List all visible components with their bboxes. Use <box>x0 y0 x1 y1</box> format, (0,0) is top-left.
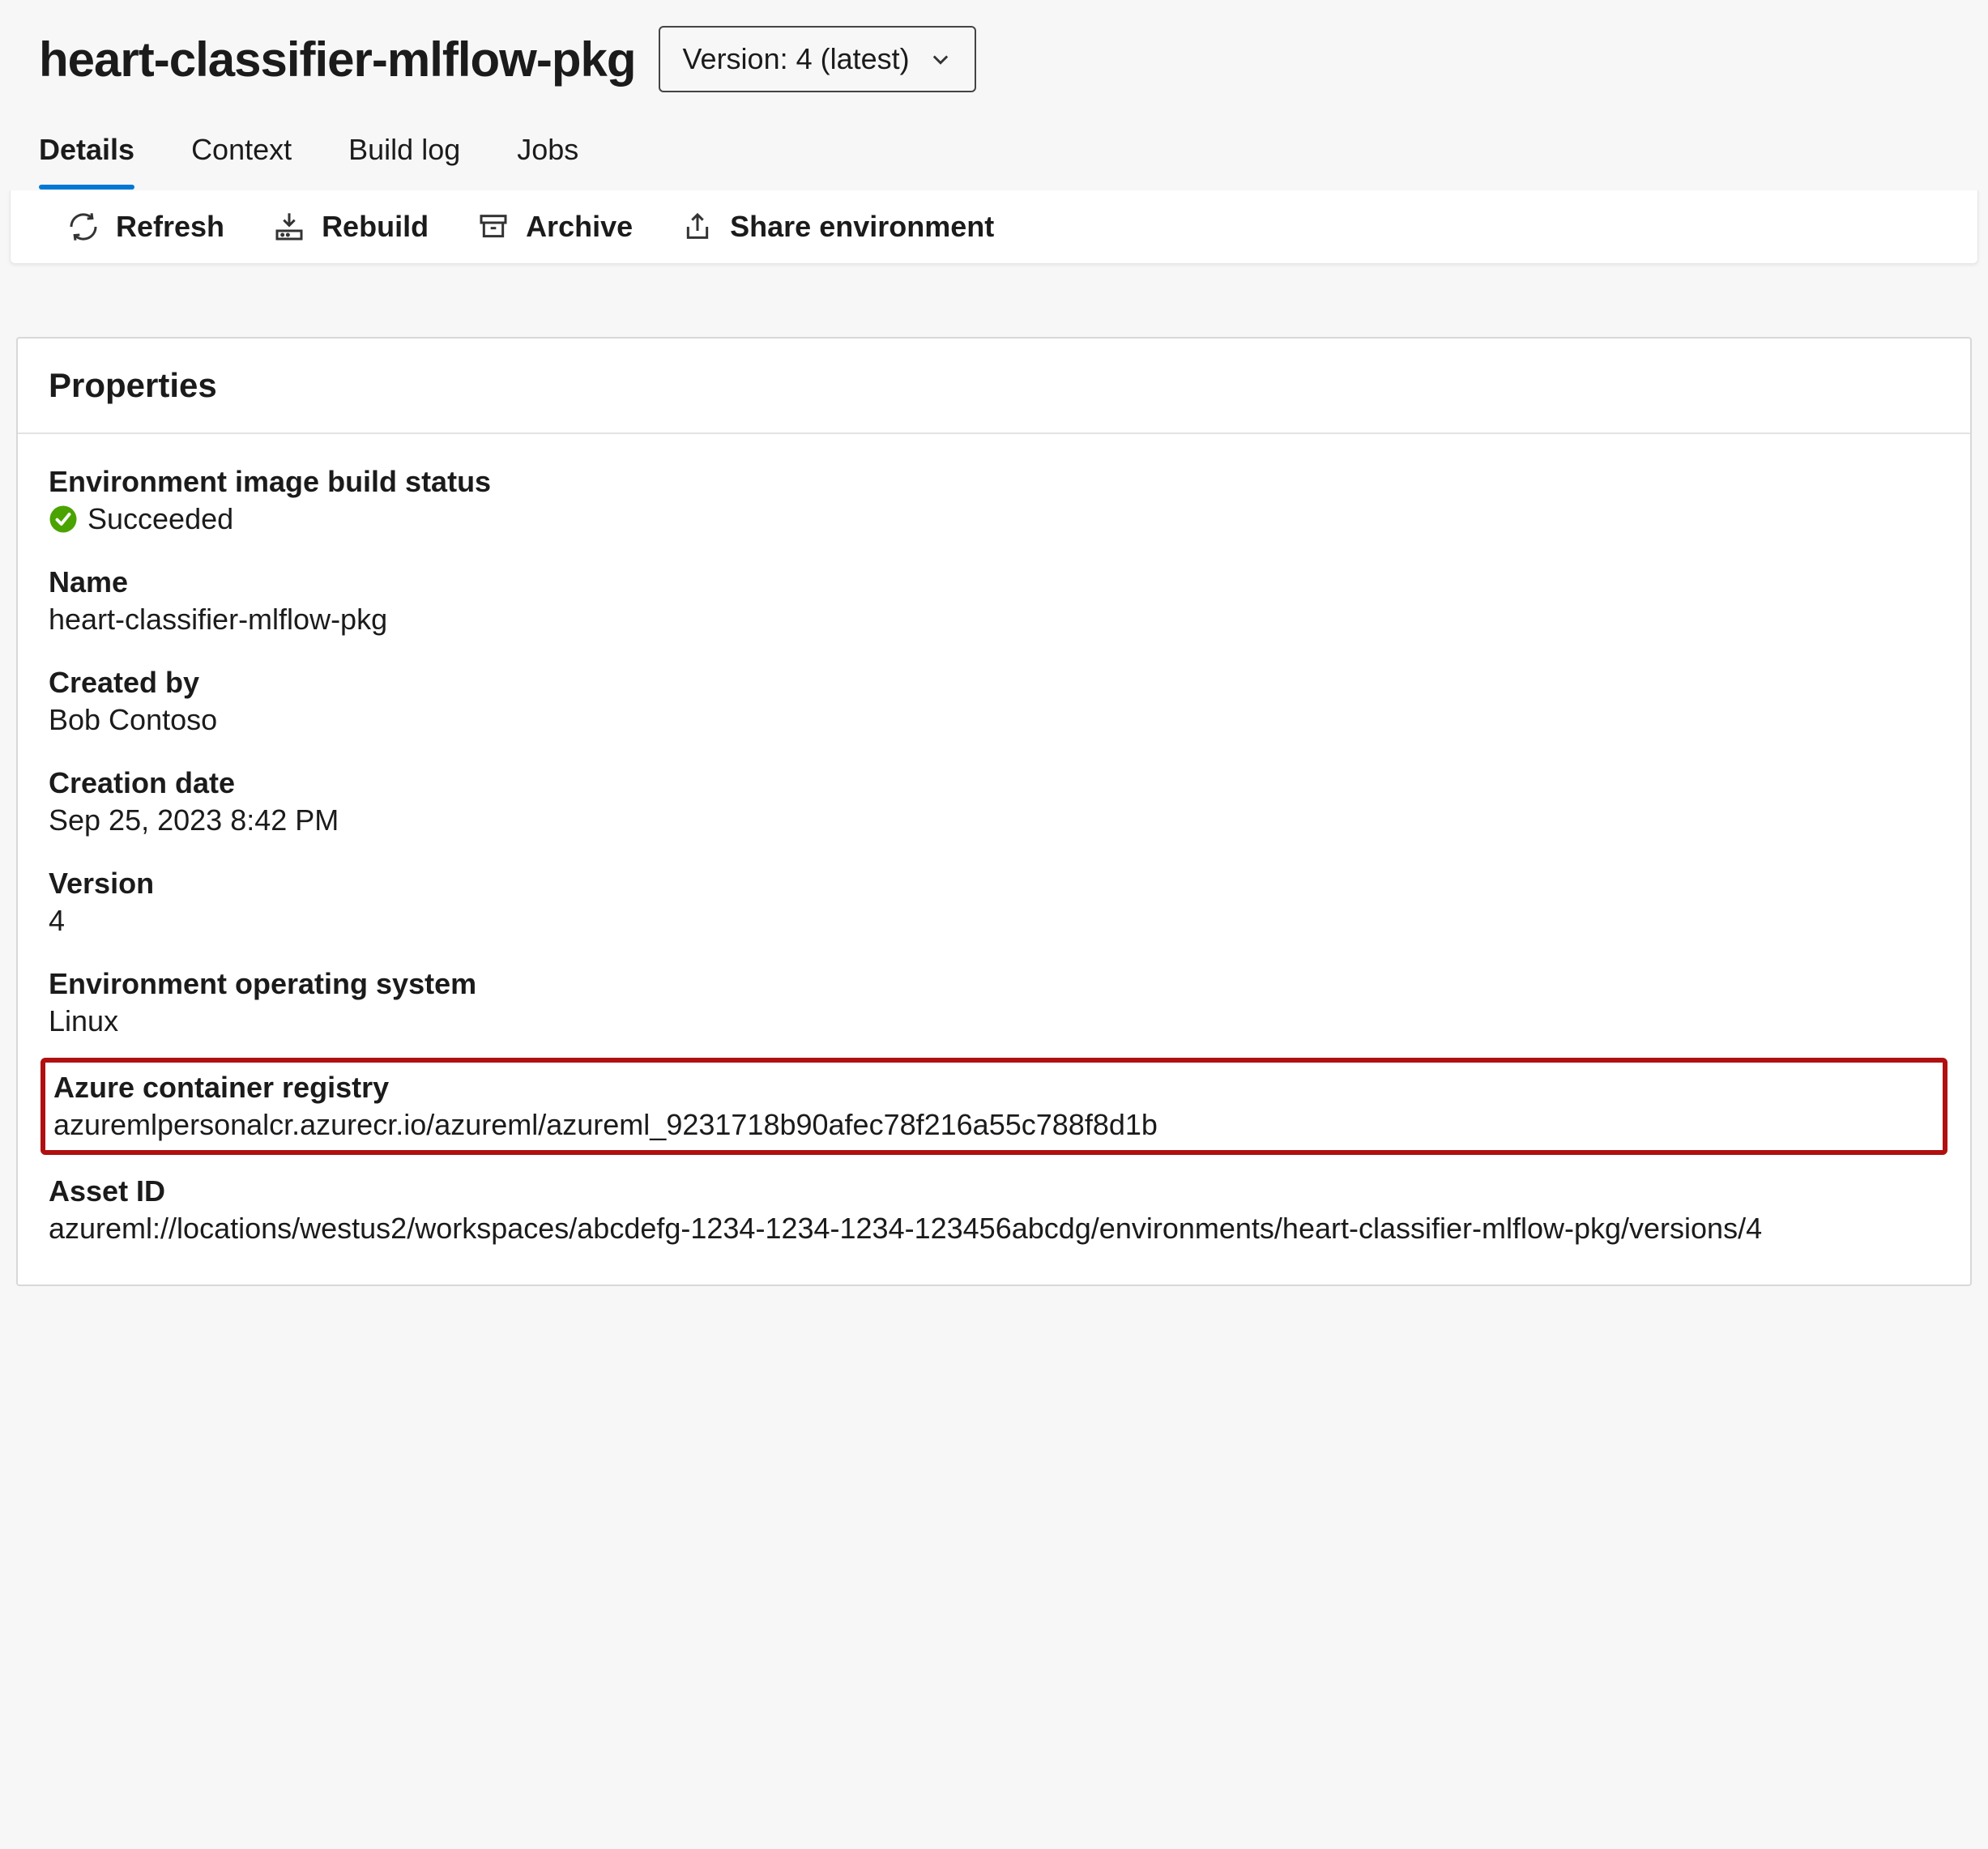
rebuild-label: Rebuild <box>322 210 429 244</box>
archive-button[interactable]: Archive <box>477 210 633 244</box>
prop-label: Name <box>49 565 1939 599</box>
prop-label: Environment image build status <box>49 465 1939 499</box>
success-check-icon <box>49 505 78 534</box>
tab-details[interactable]: Details <box>39 133 134 185</box>
page-title: heart-classifier-mlflow-pkg <box>39 32 636 87</box>
prop-value: Sep 25, 2023 8:42 PM <box>49 803 1939 837</box>
properties-list: Environment image build status Succeeded… <box>18 434 1970 1285</box>
action-toolbar: Refresh Rebuild Archive Share environmen… <box>10 190 1978 264</box>
properties-panel-title: Properties <box>18 339 1970 434</box>
highlighted-property: Azure container registry azuremlpersonal… <box>41 1058 1947 1155</box>
refresh-icon <box>67 211 100 243</box>
refresh-button[interactable]: Refresh <box>67 210 224 244</box>
rebuild-icon <box>273 211 305 243</box>
prop-value: Succeeded <box>49 502 1939 536</box>
prop-label: Version <box>49 867 1939 901</box>
prop-creation-date: Creation date Sep 25, 2023 8:42 PM <box>18 752 1970 852</box>
prop-value: Linux <box>49 1004 1939 1038</box>
prop-value: 4 <box>49 904 1939 938</box>
prop-value: azureml://locations/westus2/workspaces/a… <box>49 1212 1939 1246</box>
refresh-label: Refresh <box>116 210 224 244</box>
prop-label: Creation date <box>49 766 1939 800</box>
build-status-text: Succeeded <box>87 502 233 536</box>
page-header: heart-classifier-mlflow-pkg Version: 4 (… <box>0 0 1988 92</box>
prop-acr: Azure container registry azuremlpersonal… <box>53 1071 1935 1142</box>
archive-label: Archive <box>526 210 633 244</box>
prop-label: Asset ID <box>49 1174 1939 1208</box>
prop-value: azuremlpersonalcr.azurecr.io/azureml/azu… <box>53 1108 1935 1142</box>
share-environment-button[interactable]: Share environment <box>681 210 994 244</box>
tab-build-log[interactable]: Build log <box>348 133 460 185</box>
prop-label: Created by <box>49 666 1939 700</box>
prop-label: Environment operating system <box>49 967 1939 1001</box>
prop-name: Name heart-classifier-mlflow-pkg <box>18 551 1970 651</box>
properties-panel: Properties Environment image build statu… <box>16 337 1972 1286</box>
prop-value: Bob Contoso <box>49 703 1939 737</box>
version-dropdown-label: Version: 4 (latest) <box>683 42 910 76</box>
tab-bar: Details Context Build log Jobs <box>0 92 1988 185</box>
prop-value: heart-classifier-mlflow-pkg <box>49 603 1939 637</box>
prop-label: Azure container registry <box>53 1071 1935 1105</box>
archive-icon <box>477 211 510 243</box>
share-icon <box>681 211 714 243</box>
chevron-down-icon <box>929 48 952 70</box>
prop-os: Environment operating system Linux <box>18 952 1970 1053</box>
share-environment-label: Share environment <box>730 210 994 244</box>
tab-context[interactable]: Context <box>191 133 292 185</box>
prop-created-by: Created by Bob Contoso <box>18 651 1970 752</box>
prop-asset-id: Asset ID azureml://locations/westus2/wor… <box>18 1160 1970 1260</box>
prop-version: Version 4 <box>18 852 1970 952</box>
prop-build-status: Environment image build status Succeeded <box>18 450 1970 551</box>
version-dropdown[interactable]: Version: 4 (latest) <box>659 26 976 92</box>
tab-jobs[interactable]: Jobs <box>517 133 578 185</box>
rebuild-button[interactable]: Rebuild <box>273 210 429 244</box>
